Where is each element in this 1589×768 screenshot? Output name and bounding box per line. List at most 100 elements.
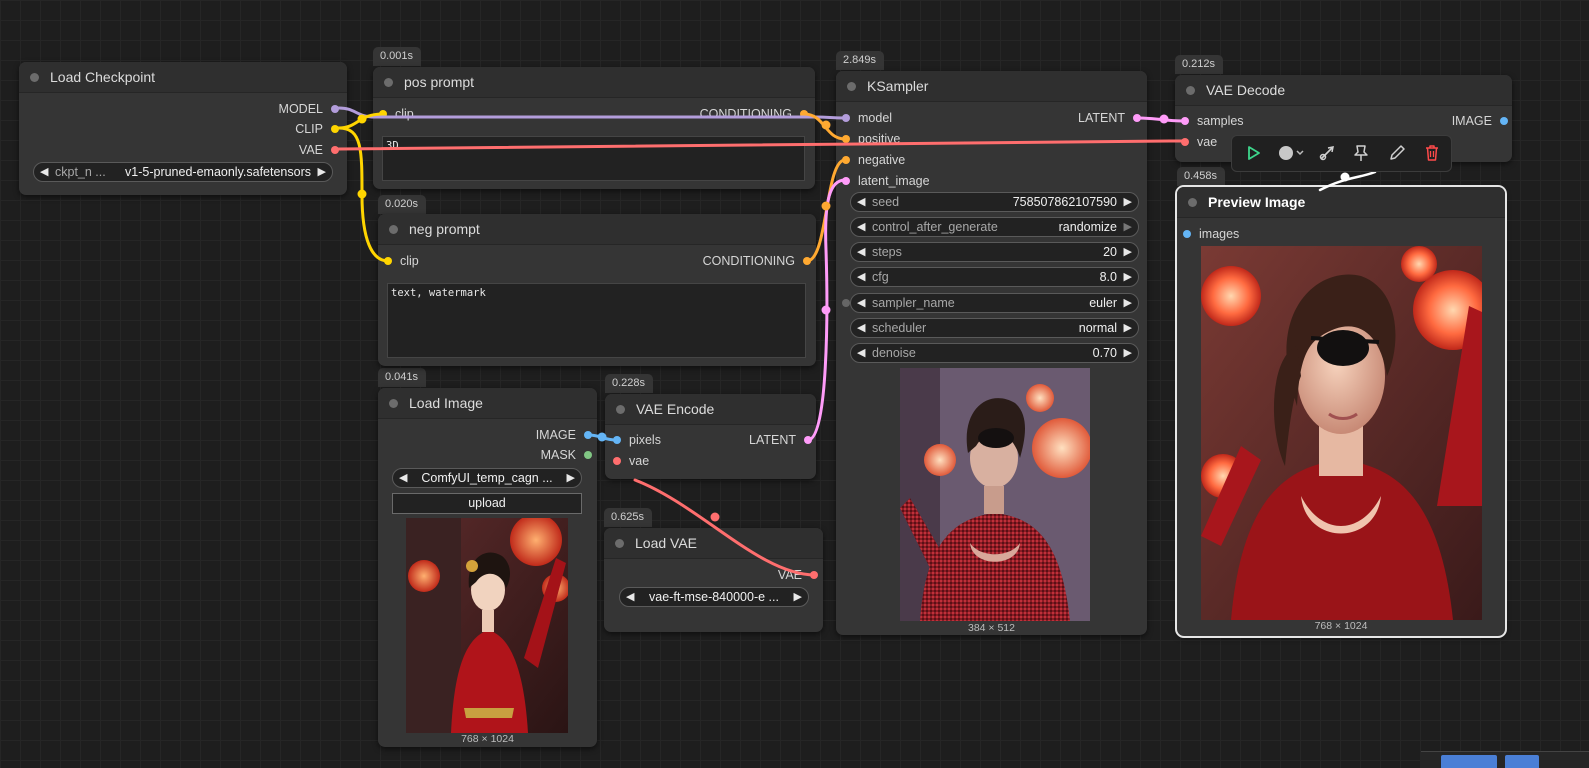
collapse-dot-icon[interactable] xyxy=(389,225,398,234)
collapse-dot-icon[interactable] xyxy=(384,78,393,87)
collapse-dot-icon[interactable] xyxy=(1188,198,1197,207)
output-latent[interactable]: LATENT xyxy=(749,433,812,447)
pin-icon[interactable] xyxy=(1350,143,1372,163)
prompt-text-area[interactable]: text, watermark xyxy=(387,283,806,358)
sampler-name-input-dot[interactable] xyxy=(842,299,850,307)
node-header[interactable]: KSampler xyxy=(836,71,1147,102)
input-image-preview xyxy=(406,518,568,733)
input-pixels[interactable]: pixels xyxy=(613,433,661,447)
arrow-left-icon[interactable]: ◀ xyxy=(857,220,865,234)
node-header[interactable]: Load Image xyxy=(378,388,597,419)
output-latent[interactable]: LATENT xyxy=(1078,111,1141,125)
sampler-name-widget[interactable]: ◀ sampler_name euler ▶ xyxy=(850,293,1139,313)
output-mask[interactable]: MASK xyxy=(541,448,592,462)
output-model[interactable]: MODEL xyxy=(279,102,339,116)
node-load-vae[interactable]: Load VAE VAE ◀ vae-ft-mse-840000-e ... ▶ xyxy=(604,528,823,632)
arrow-left-icon[interactable]: ◀ xyxy=(857,346,865,360)
arrow-right-icon[interactable]: ▶ xyxy=(1124,245,1132,259)
input-vae[interactable]: vae xyxy=(613,454,649,468)
arrow-right-icon[interactable]: ▶ xyxy=(1124,195,1132,209)
arrow-left-icon[interactable]: ◀ xyxy=(857,296,865,310)
arrow-left-icon[interactable]: ◀ xyxy=(857,195,865,209)
arrow-right-icon[interactable]: ▶ xyxy=(1124,346,1132,360)
prompt-text-area[interactable]: 3D xyxy=(382,136,805,181)
arrow-right-icon[interactable]: ▶ xyxy=(1124,296,1132,310)
arrow-right-icon[interactable]: ▶ xyxy=(567,471,575,485)
ckpt-name-combo[interactable]: ◀ ckpt_n ... v1-5-pruned-emaonly.safeten… xyxy=(33,162,333,182)
arrow-right-icon[interactable]: ▶ xyxy=(1124,220,1132,234)
output-conditioning[interactable]: CONDITIONING xyxy=(703,254,811,268)
arrow-left-icon[interactable]: ◀ xyxy=(857,245,865,259)
arrow-right-icon[interactable]: ▶ xyxy=(1124,270,1132,284)
input-clip[interactable]: clip xyxy=(384,254,419,268)
node-vae-encode[interactable]: VAE Encode pixels vae LATENT xyxy=(605,394,816,479)
cfg-widget[interactable]: ◀ cfg 8.0 ▶ xyxy=(850,267,1139,287)
arrow-left-icon[interactable]: ◀ xyxy=(40,165,48,179)
wire-reroute-dot xyxy=(821,120,831,130)
play-icon[interactable] xyxy=(1242,143,1264,163)
input-clip[interactable]: clip xyxy=(379,107,414,121)
output-conditioning[interactable]: CONDITIONING xyxy=(700,107,808,121)
upload-button[interactable]: upload xyxy=(392,493,582,514)
collapse-dot-icon[interactable] xyxy=(1186,86,1195,95)
bypass-icon[interactable] xyxy=(1316,143,1338,163)
control-after-generate-widget[interactable]: ◀ control_after_generate randomize ▶ xyxy=(850,217,1139,237)
node-load-checkpoint[interactable]: Load Checkpoint MODEL CLIP VAE ◀ ckpt_n … xyxy=(19,62,347,195)
timing-badge: 0.212s xyxy=(1175,55,1224,74)
panel-tab[interactable] xyxy=(1441,755,1497,768)
node-load-image[interactable]: Load Image IMAGE MASK ◀ ComfyUI_temp_cag… xyxy=(378,388,597,747)
input-images[interactable]: images xyxy=(1183,227,1239,241)
latent-preview-image xyxy=(900,368,1090,621)
node-header[interactable]: pos prompt xyxy=(373,67,815,98)
arrow-left-icon[interactable]: ◀ xyxy=(857,321,865,335)
image-select-combo[interactable]: ◀ ComfyUI_temp_cagn ... ▶ xyxy=(392,468,582,488)
collapse-dot-icon[interactable] xyxy=(847,82,856,91)
timing-badge: 0.020s xyxy=(378,195,427,214)
input-vae[interactable]: vae xyxy=(1181,135,1217,149)
input-samples[interactable]: samples xyxy=(1181,114,1244,128)
arrow-left-icon[interactable]: ◀ xyxy=(857,270,865,284)
input-model[interactable]: model xyxy=(842,111,892,125)
node-pos-prompt[interactable]: pos prompt clip CONDITIONING 3D xyxy=(373,67,815,189)
node-header[interactable]: Load VAE xyxy=(604,528,823,559)
timing-badge: 0.458s xyxy=(1177,167,1226,186)
node-title: Load VAE xyxy=(635,535,698,551)
output-vae[interactable]: VAE xyxy=(299,143,339,157)
input-latent-image[interactable]: latent_image xyxy=(842,174,930,188)
output-image[interactable]: IMAGE xyxy=(1452,114,1508,128)
output-image[interactable]: IMAGE xyxy=(536,428,592,442)
node-header[interactable]: VAE Decode xyxy=(1175,75,1512,106)
node-preview-image[interactable]: Preview Image images 768 × 1024 xyxy=(1177,187,1505,636)
node-header[interactable]: VAE Encode xyxy=(605,394,816,425)
trash-icon[interactable] xyxy=(1421,143,1443,163)
arrow-right-icon[interactable]: ▶ xyxy=(794,590,802,604)
selection-toolbox xyxy=(1231,135,1452,172)
color-circle-icon[interactable] xyxy=(1277,143,1305,163)
arrow-right-icon[interactable]: ▶ xyxy=(1124,321,1132,335)
panel-tab[interactable] xyxy=(1505,755,1539,768)
output-clip[interactable]: CLIP xyxy=(295,122,339,136)
collapse-dot-icon[interactable] xyxy=(616,405,625,414)
collapse-dot-icon[interactable] xyxy=(389,399,398,408)
seed-widget[interactable]: ◀ seed 758507862107590 ▶ xyxy=(850,192,1139,212)
output-vae[interactable]: VAE xyxy=(778,568,818,582)
wire-reroute-dot xyxy=(357,189,367,199)
scheduler-widget[interactable]: ◀ scheduler normal ▶ xyxy=(850,318,1139,338)
node-title: Preview Image xyxy=(1208,194,1306,210)
node-title: neg prompt xyxy=(409,221,480,237)
input-negative[interactable]: negative xyxy=(842,153,905,167)
collapse-dot-icon[interactable] xyxy=(30,73,39,82)
pencil-icon[interactable] xyxy=(1386,143,1408,163)
input-positive[interactable]: positive xyxy=(842,132,900,146)
node-ksampler[interactable]: KSampler model positive negative latent_… xyxy=(836,71,1147,635)
steps-widget[interactable]: ◀ steps 20 ▶ xyxy=(850,242,1139,262)
node-header[interactable]: Load Checkpoint xyxy=(19,62,347,93)
denoise-widget[interactable]: ◀ denoise 0.70 ▶ xyxy=(850,343,1139,363)
node-header[interactable]: Preview Image xyxy=(1177,187,1505,218)
node-neg-prompt[interactable]: neg prompt clip CONDITIONING text, water… xyxy=(378,214,816,366)
node-header[interactable]: neg prompt xyxy=(378,214,816,245)
vae-select-combo[interactable]: ◀ vae-ft-mse-840000-e ... ▶ xyxy=(619,587,809,607)
arrow-right-icon[interactable]: ▶ xyxy=(318,165,326,179)
collapse-dot-icon[interactable] xyxy=(615,539,624,548)
image-dimensions: 384 × 512 xyxy=(967,622,1015,634)
